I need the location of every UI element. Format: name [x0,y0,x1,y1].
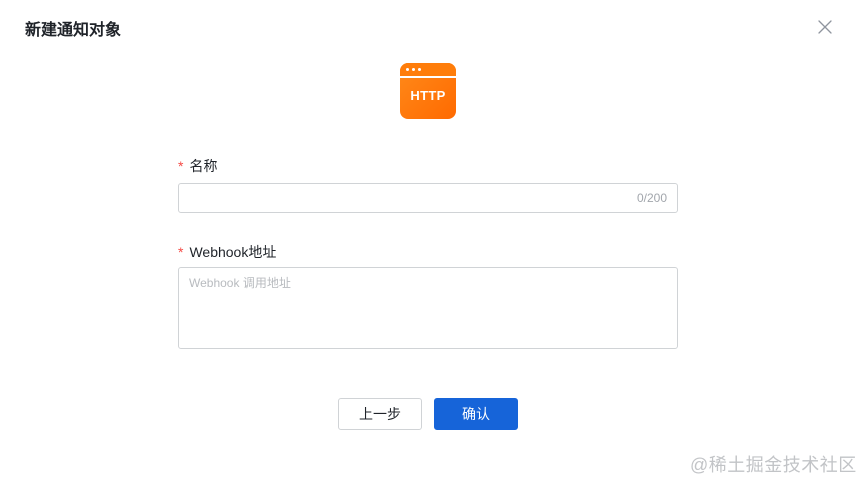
webhook-url-textarea[interactable] [179,268,677,348]
webhook-label-text: Webhook地址 [189,244,277,260]
name-field-label: * 名称 [178,156,217,176]
http-icon-label: HTTP [410,88,446,103]
confirm-button[interactable]: 确认 [434,398,518,430]
webhook-textarea-wrapper [178,267,678,349]
http-channel-icon: HTTP [400,63,456,119]
name-input[interactable] [179,184,619,212]
name-char-counter: 0/200 [636,191,667,205]
required-mark: * [178,244,184,260]
dialog-title: 新建通知对象 [25,22,122,39]
new-notification-target-dialog: 新建通知对象 HTTP *名称 0/200 *Webhook地址 上一步 确认 … [0,0,857,478]
required-mark: * [178,158,184,174]
watermark: @稀土掘金技术社区 [690,455,857,475]
prev-step-button[interactable]: 上一步 [338,398,422,430]
webhook-field-label: * Webhook地址 [178,242,276,262]
name-input-wrapper: 0/200 [178,183,678,213]
window-dots-icon [406,68,421,71]
close-icon[interactable] [814,16,836,38]
name-label-text: 名称 [189,158,218,174]
